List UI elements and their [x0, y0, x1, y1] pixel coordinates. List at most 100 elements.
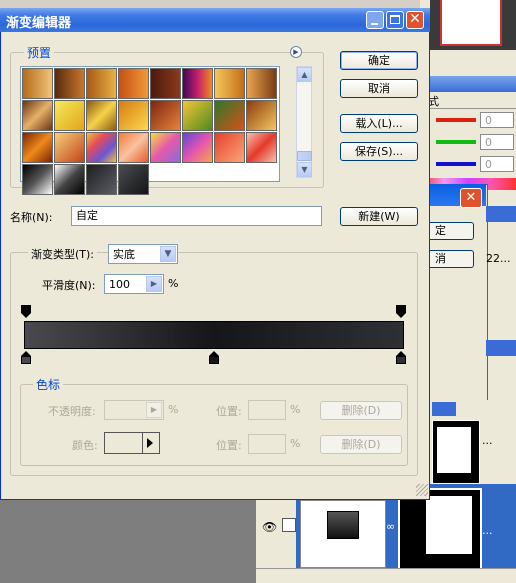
- preset-swatch-orange-red[interactable]: [118, 68, 149, 99]
- opacity-input[interactable]: ▶: [104, 400, 164, 420]
- preset-swatch-copper[interactable]: [86, 68, 117, 99]
- preset-swatch-black-white[interactable]: [22, 164, 53, 195]
- layer-mask-thumbnail[interactable]: [398, 488, 482, 572]
- scroll-up-icon[interactable]: ▲: [297, 67, 312, 82]
- smoothness-input[interactable]: 100 ▶: [104, 274, 164, 294]
- preset-swatch-foreground-to-transparent[interactable]: [22, 68, 53, 99]
- preset-swatch-transparent-rainbow[interactable]: [150, 132, 181, 163]
- background-dialog-value: 22...: [486, 252, 511, 265]
- preset-swatch-red-stripe[interactable]: [246, 132, 277, 163]
- green-value[interactable]: 0: [480, 134, 514, 150]
- opacity-stop-right[interactable]: [396, 305, 406, 318]
- ok-button[interactable]: 确定: [340, 51, 418, 70]
- save-button[interactable]: 保存(S)...: [340, 142, 418, 161]
- preset-swatch-bronze[interactable]: [246, 68, 277, 99]
- preset-swatch-maroon[interactable]: [150, 68, 181, 99]
- name-input[interactable]: 自定: [71, 206, 322, 226]
- stop-color-picker[interactable]: [104, 432, 160, 454]
- eye-icon[interactable]: 👁: [262, 520, 277, 534]
- color-stop-middle[interactable]: [209, 351, 219, 364]
- chain-icon[interactable]: ∞: [386, 520, 395, 533]
- preset-swatch-red-copper[interactable]: [150, 100, 181, 131]
- presets-menu-icon[interactable]: ▶: [290, 46, 302, 58]
- blue-slider[interactable]: [436, 162, 476, 166]
- window-title: 渐变编辑器: [6, 16, 72, 31]
- background-dialog-close-icon[interactable]: ✕: [460, 188, 482, 208]
- color-stop-left[interactable]: [21, 351, 31, 364]
- preset-swatch-violet-orange[interactable]: [182, 68, 213, 99]
- new-button[interactable]: 新建(W): [340, 207, 418, 226]
- red-value[interactable]: 0: [480, 112, 514, 128]
- layers-panel-header: [486, 340, 516, 356]
- chevron-down-icon[interactable]: ▼: [160, 246, 176, 262]
- gradient-type-label: 渐变类型(T):: [28, 246, 98, 262]
- layer-thumbnail[interactable]: [300, 500, 386, 568]
- preset-swatch-violet-pink[interactable]: [182, 132, 213, 163]
- red-slider[interactable]: [436, 118, 476, 122]
- preset-swatch-gold[interactable]: [86, 100, 117, 131]
- opacity-unit: %: [168, 403, 179, 416]
- opacity-chevron-right-icon[interactable]: ▶: [146, 402, 162, 418]
- preset-swatch-orange-yellow[interactable]: [118, 100, 149, 131]
- chevron-right-icon[interactable]: ▶: [146, 276, 162, 292]
- green-slider[interactable]: [436, 140, 476, 144]
- opacity-location-label: 位置:: [216, 405, 242, 418]
- smoothness-value: 100: [109, 278, 130, 291]
- preset-swatch-red-orange[interactable]: [214, 132, 245, 163]
- preset-swatch-dark-brown[interactable]: [54, 68, 85, 99]
- blue-value[interactable]: 0: [480, 156, 514, 172]
- color-label: 颜色:: [72, 439, 98, 452]
- preset-swatch-green-red[interactable]: [214, 100, 245, 131]
- gradient-preview-bar[interactable]: [24, 321, 404, 349]
- smoothness-label: 平滑度(N):: [42, 279, 96, 292]
- layers-panel-tab: [432, 402, 456, 416]
- preset-swatch-green-gold[interactable]: [182, 100, 213, 131]
- close-icon[interactable]: ✕: [406, 11, 424, 29]
- preset-swatch-rainbow-stripe[interactable]: [86, 132, 117, 163]
- name-label: 名称(N):: [10, 211, 53, 224]
- delete-color-stop-button[interactable]: 删除(D): [320, 435, 402, 454]
- background-dialog: [420, 184, 488, 402]
- preset-swatch-dark-gradient[interactable]: [118, 164, 149, 195]
- layers-bottom-toolbar: [256, 568, 516, 583]
- stops-label: 色标: [33, 376, 64, 393]
- layer-link-icon[interactable]: [282, 518, 296, 532]
- background-panel-header: [486, 206, 516, 222]
- maximize-icon[interactable]: [386, 11, 404, 29]
- layer-upper-dots: ...: [482, 434, 493, 447]
- layer-mask-thumbnail-upper[interactable]: [432, 420, 480, 484]
- preset-swatch-black-white-2[interactable]: [54, 164, 85, 195]
- gradient-type-value: 实底: [113, 248, 135, 261]
- minimize-icon[interactable]: [366, 11, 384, 29]
- preset-swatch-peach[interactable]: [118, 132, 149, 163]
- opacity-location-unit: %: [290, 403, 301, 416]
- smoothness-unit: %: [168, 277, 179, 290]
- cancel-button[interactable]: 取消: [340, 79, 418, 98]
- color-location-unit: %: [290, 437, 301, 450]
- preset-swatch-amber[interactable]: [246, 100, 277, 131]
- color-menu-icon[interactable]: [142, 433, 159, 453]
- presets-label: 预置: [24, 44, 55, 61]
- preset-swatch-sunset[interactable]: [54, 132, 85, 163]
- opacity-stop-left[interactable]: [21, 305, 31, 318]
- preset-swatch-yellow[interactable]: [54, 100, 85, 131]
- resize-grip-icon[interactable]: [416, 484, 428, 496]
- opacity-label: 不透明度:: [48, 405, 96, 418]
- scroll-down-icon[interactable]: ▼: [297, 162, 312, 177]
- presets-grid: [20, 66, 280, 195]
- preset-swatch-orange-strip[interactable]: [22, 132, 53, 163]
- presets-scrollbar[interactable]: ▲ ▼: [296, 66, 312, 178]
- color-stop-right[interactable]: [396, 351, 406, 364]
- color-panel-titlebar: [420, 76, 516, 92]
- load-button[interactable]: 载入(L)...: [340, 114, 418, 133]
- color-location-input[interactable]: [248, 434, 286, 454]
- preset-swatch-dark-steel[interactable]: [86, 164, 117, 195]
- opacity-location-input[interactable]: [248, 400, 286, 420]
- layer-selected-dots: ...: [482, 524, 493, 537]
- background-image-preview: [430, 0, 516, 50]
- delete-opacity-stop-button[interactable]: 删除(D): [320, 401, 402, 420]
- preset-swatch-copper-2[interactable]: [22, 100, 53, 131]
- gradient-type-select[interactable]: 实底 ▼: [108, 244, 178, 264]
- scroll-thumb[interactable]: [297, 151, 312, 161]
- preset-swatch-yellow-orange[interactable]: [214, 68, 245, 99]
